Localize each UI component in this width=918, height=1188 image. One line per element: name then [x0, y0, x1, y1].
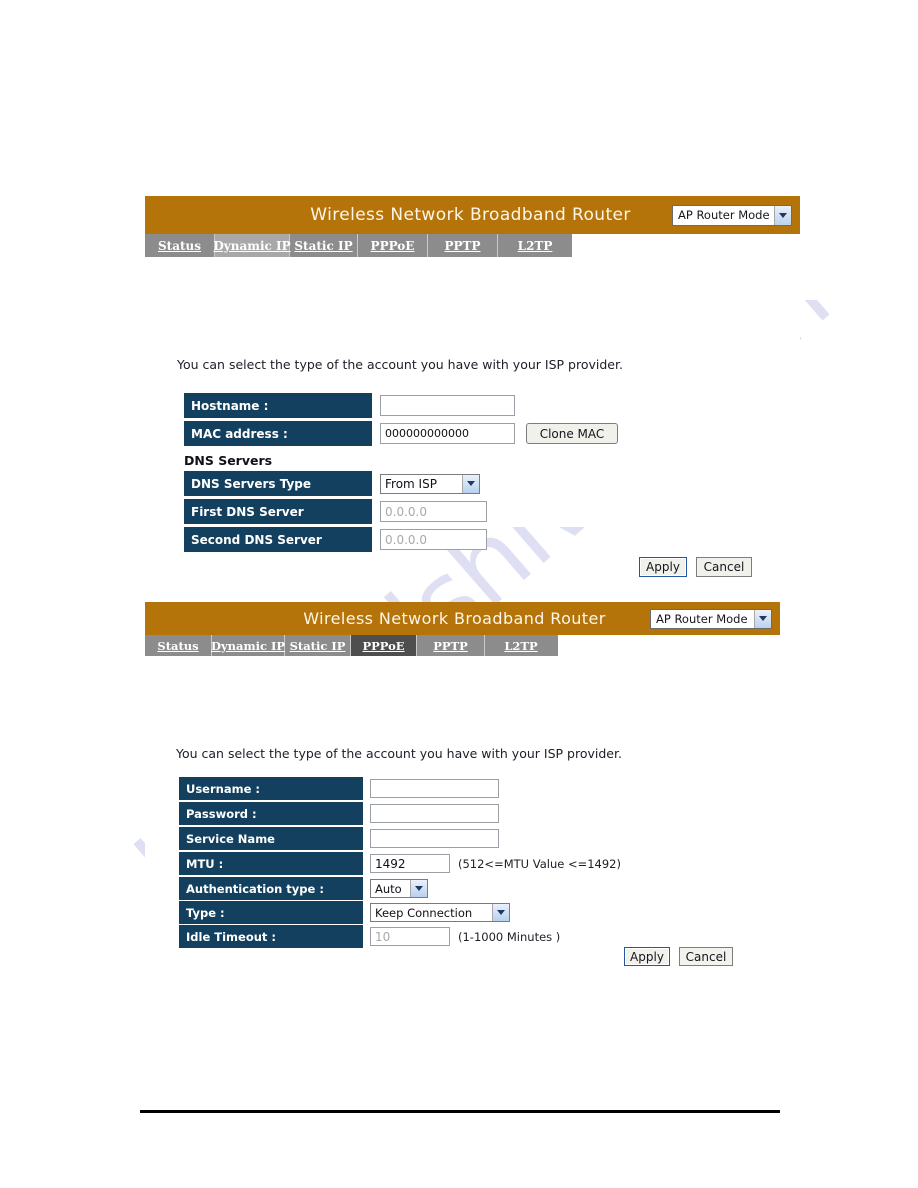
field-label: Password : — [179, 802, 363, 825]
panel-header-bar: Wireless Network Broadband Router AP Rou… — [145, 196, 800, 234]
mac-address-input[interactable]: 000000000000 — [380, 423, 515, 444]
tab-status[interactable]: Status — [145, 635, 212, 656]
mode-select-value: AP Router Mode — [678, 208, 770, 222]
intro-text: You can select the type of the account y… — [176, 746, 622, 761]
form-row-authentication-type: Authentication type : Auto — [179, 877, 428, 900]
form-row-second-dns-server: Second DNS Server 0.0.0.0 — [184, 527, 487, 552]
chevron-down-icon[interactable] — [462, 474, 479, 493]
tab-pppoe[interactable]: PPPoE — [358, 234, 428, 257]
authentication-type-select[interactable]: Auto — [370, 879, 428, 898]
form-row-dns-servers-type: DNS Servers Type From ISP — [184, 471, 480, 496]
tab-l2tp[interactable]: L2TP — [485, 635, 557, 656]
field-label: Authentication type : — [179, 877, 363, 900]
mode-select-dropdown[interactable]: AP Router Mode — [672, 204, 792, 226]
mtu-hint: (512<=MTU Value <=1492) — [458, 856, 621, 871]
select-value: From ISP — [385, 476, 437, 491]
idle-timeout-input[interactable]: 10 — [370, 927, 450, 946]
cancel-button[interactable]: Cancel — [696, 557, 752, 577]
field-label: Idle Timeout : — [179, 925, 363, 948]
form-row-first-dns-server: First DNS Server 0.0.0.0 — [184, 499, 487, 524]
field-label: Username : — [179, 777, 363, 800]
form-row-username: Username : — [179, 777, 499, 800]
dns-servers-type-select[interactable]: From ISP — [380, 473, 480, 494]
tab-label: L2TP — [517, 238, 553, 253]
tab-bar: Status Dynamic IP Static IP PPPoE PPTP L… — [145, 234, 572, 257]
form-row-service-name: Service Name — [179, 827, 499, 850]
tab-pppoe[interactable]: PPPoE — [351, 635, 417, 656]
form-actions: Apply Cancel — [624, 947, 733, 966]
tab-label: Status — [157, 238, 201, 253]
tab-pptp[interactable]: PPTP — [428, 234, 498, 257]
page-title: Wireless Network Broadband Router — [310, 205, 631, 225]
service-name-input[interactable] — [370, 829, 499, 848]
tab-static-ip[interactable]: Static IP — [285, 635, 351, 656]
router-screenshot-pppoe: Wireless Network Broadband Router AP Rou… — [145, 602, 780, 976]
select-value: Keep Connection — [375, 905, 473, 920]
tab-static-ip[interactable]: Static IP — [290, 234, 358, 257]
field-label: MTU : — [179, 852, 363, 875]
form-actions: Apply Cancel — [639, 557, 752, 577]
field-label: Second DNS Server — [184, 527, 372, 552]
tab-dynamic-ip[interactable]: Dynamic IP — [213, 234, 291, 257]
panel-body: You can select the type of the account y… — [145, 656, 780, 976]
form-row-password: Password : — [179, 802, 499, 825]
form-row-mtu: MTU : 1492 (512<=MTU Value <=1492) — [179, 852, 621, 875]
tab-label: Dynamic IP — [210, 638, 286, 653]
field-label: Service Name — [179, 827, 363, 850]
clone-mac-button[interactable]: Clone MAC — [526, 423, 618, 444]
hostname-input[interactable] — [380, 395, 515, 416]
tab-l2tp[interactable]: L2TP — [498, 234, 572, 257]
chevron-down-icon[interactable] — [774, 205, 791, 225]
field-label: First DNS Server — [184, 499, 372, 524]
tab-label: PPTP — [433, 638, 468, 653]
username-input[interactable] — [370, 779, 499, 798]
dns-servers-section-label: DNS Servers — [184, 453, 273, 468]
intro-text: You can select the type of the account y… — [177, 357, 623, 372]
tab-pptp[interactable]: PPTP — [417, 635, 485, 656]
field-label: Hostname : — [184, 393, 372, 418]
tab-label: PPPoE — [370, 238, 415, 253]
form-row-idle-timeout: Idle Timeout : 10 (1-1000 Minutes ) — [179, 925, 560, 948]
second-dns-server-input[interactable]: 0.0.0.0 — [380, 529, 487, 550]
select-value: Auto — [375, 881, 402, 896]
tab-label: PPPoE — [362, 638, 405, 653]
router-screenshot-dynamic-ip: Wireless Network Broadband Router AP Rou… — [145, 196, 800, 577]
tab-label: Static IP — [289, 638, 346, 653]
mtu-input[interactable]: 1492 — [370, 854, 450, 873]
tab-label: L2TP — [504, 638, 538, 653]
password-input[interactable] — [370, 804, 499, 823]
chevron-down-icon[interactable] — [492, 904, 509, 921]
page-title: Wireless Network Broadband Router — [303, 609, 606, 628]
panel-body: You can select the type of the account y… — [145, 257, 800, 577]
cancel-button[interactable]: Cancel — [679, 947, 733, 966]
tab-label: Dynamic IP — [213, 238, 291, 253]
mode-select-value: AP Router Mode — [656, 611, 748, 626]
page-footer-rule — [140, 1110, 780, 1113]
field-label: DNS Servers Type — [184, 471, 372, 496]
apply-button[interactable]: Apply — [639, 557, 687, 577]
mode-select-dropdown[interactable]: AP Router Mode — [650, 608, 772, 629]
apply-button[interactable]: Apply — [624, 947, 670, 966]
tab-dynamic-ip[interactable]: Dynamic IP — [210, 635, 286, 656]
chevron-down-icon[interactable] — [754, 609, 771, 628]
chevron-down-icon[interactable] — [410, 880, 427, 897]
tab-bar: Status Dynamic IP Static IP PPPoE PPTP L… — [145, 635, 558, 656]
tab-label: Static IP — [294, 238, 353, 253]
form-row-hostname: Hostname : — [184, 393, 515, 418]
tab-label: PPTP — [444, 238, 481, 253]
form-row-mac-address: MAC address : 000000000000 Clone MAC — [184, 421, 618, 446]
field-label: MAC address : — [184, 421, 372, 446]
first-dns-server-input[interactable]: 0.0.0.0 — [380, 501, 487, 522]
form-row-connection-type: Type : Keep Connection — [179, 901, 510, 924]
panel-header-bar: Wireless Network Broadband Router AP Rou… — [145, 602, 780, 635]
tab-label: Status — [157, 638, 199, 653]
connection-type-select[interactable]: Keep Connection — [370, 903, 510, 922]
field-label: Type : — [179, 901, 363, 924]
tab-status[interactable]: Status — [145, 234, 215, 257]
idle-timeout-hint: (1-1000 Minutes ) — [458, 929, 561, 944]
